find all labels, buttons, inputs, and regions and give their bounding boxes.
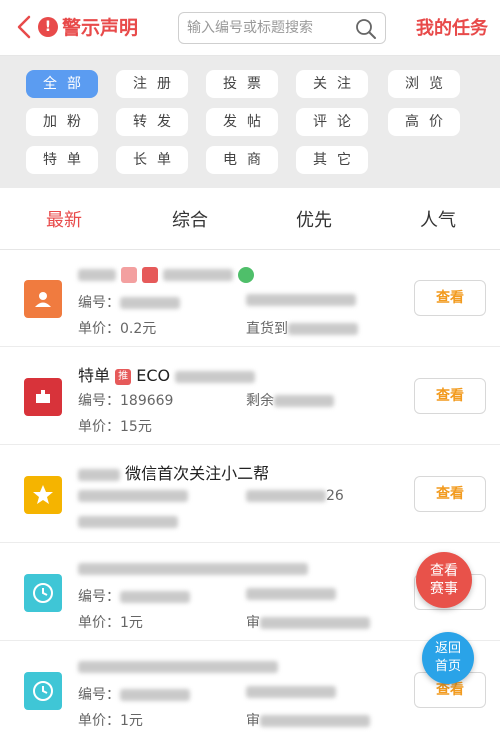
blurred-text — [78, 268, 116, 281]
category-follow[interactable]: 关注 — [296, 70, 368, 98]
view-button[interactable]: 查看 — [414, 280, 486, 316]
page-title[interactable]: 警示声明 — [62, 13, 138, 40]
blurred-text — [78, 562, 308, 575]
task-remaining — [246, 586, 336, 602]
task-remaining — [246, 292, 356, 308]
badge-icon — [142, 266, 159, 283]
search-icon[interactable] — [355, 18, 377, 40]
category-high-price[interactable]: 高价 — [388, 108, 460, 136]
blurred-text — [78, 468, 120, 481]
task-id: 编号： — [78, 684, 190, 704]
back-home-button[interactable]: 返回首页 — [422, 632, 474, 684]
category-other[interactable]: 其它 — [296, 146, 368, 174]
back-arrow-icon[interactable] — [12, 12, 38, 42]
category-comment[interactable]: 评论 — [296, 108, 368, 136]
task-id — [78, 488, 188, 504]
task-title — [78, 656, 278, 675]
clock-icon — [24, 672, 62, 710]
category-browse[interactable]: 浏览 — [388, 70, 460, 98]
task-remaining: 剩余 — [246, 390, 334, 410]
task-title: 微信首次关注小二帮 — [78, 460, 269, 484]
category-special[interactable]: 特单 — [26, 146, 98, 174]
blurred-text — [78, 660, 278, 673]
blurred-text — [78, 490, 188, 502]
task-row[interactable]: 特单 推 ECO 编号：189669 剩余 单价：15元 查看 — [0, 348, 500, 445]
category-repost[interactable]: 转发 — [116, 108, 188, 136]
category-ecommerce[interactable]: 电商 — [206, 146, 278, 174]
user-icon — [24, 378, 62, 416]
blurred-text — [163, 268, 234, 281]
task-remaining: 26 — [246, 488, 344, 504]
blurred-text — [120, 297, 180, 309]
star-icon — [24, 476, 62, 514]
task-price: 单价：1元 — [78, 615, 143, 631]
blurred-text — [246, 686, 336, 698]
task-title — [78, 558, 308, 577]
blurred-text — [175, 370, 256, 383]
sort-tabs: 最新 综合 优先 人气 — [0, 188, 500, 250]
user-icon — [24, 280, 62, 318]
blurred-text — [260, 715, 370, 727]
task-price: 单价：15元 — [78, 419, 152, 435]
task-remaining — [246, 684, 336, 700]
category-vote[interactable]: 投票 — [206, 70, 278, 98]
tab-overall[interactable]: 综合 — [172, 206, 208, 232]
blurred-text — [288, 323, 358, 335]
category-register[interactable]: 注册 — [116, 70, 188, 98]
category-post[interactable]: 发帖 — [206, 108, 278, 136]
blurred-text — [120, 591, 190, 603]
task-price: 单价：0.2元 — [78, 321, 157, 337]
task-title: 特单 推 ECO — [78, 362, 256, 386]
view-button[interactable]: 查看 — [414, 476, 486, 512]
blurred-text — [246, 588, 336, 600]
task-id: 编号：189669 — [78, 393, 174, 409]
task-review: 审 — [246, 612, 370, 632]
task-review: 审 — [246, 710, 370, 730]
task-id: 编号： — [78, 586, 190, 606]
search-input[interactable] — [187, 17, 352, 39]
blurred-text — [120, 689, 190, 701]
task-price — [78, 514, 178, 530]
task-review: 直货到 — [246, 318, 358, 338]
clock-icon — [24, 574, 62, 612]
category-all[interactable]: 全部 — [26, 70, 98, 98]
badge-icon — [238, 266, 255, 283]
blurred-text — [246, 294, 356, 306]
blurred-text — [246, 490, 326, 502]
task-title — [78, 264, 255, 283]
task-row[interactable]: 微信首次关注小二帮 26 查看 — [0, 446, 500, 543]
tab-popularity[interactable]: 人气 — [420, 206, 456, 232]
view-button[interactable]: 查看 — [414, 378, 486, 414]
badge-icon — [121, 266, 138, 283]
blurred-text — [274, 395, 334, 407]
category-long[interactable]: 长单 — [116, 146, 188, 174]
warning-icon: ! — [38, 17, 58, 37]
blurred-text — [260, 617, 370, 629]
view-contest-button[interactable]: 查看赛事 — [416, 552, 472, 608]
category-panel: 全部 注册 投票 关注 浏览 加粉 转发 发帖 评论 高价 特单 长单 电商 其… — [0, 56, 500, 188]
tab-priority[interactable]: 优先 — [296, 206, 332, 232]
top-bar: ! 警示声明 我的任务 — [0, 0, 500, 56]
tab-latest[interactable]: 最新 — [46, 206, 82, 232]
recommend-badge: 推 — [115, 368, 132, 385]
search-box[interactable] — [178, 12, 386, 44]
task-price: 单价：1元 — [78, 713, 143, 729]
blurred-text — [78, 516, 178, 528]
category-add-fans[interactable]: 加粉 — [26, 108, 98, 136]
task-id: 编号： — [78, 292, 180, 312]
task-row[interactable]: 编号： 单价：0.2元 直货到 查看 — [0, 250, 500, 347]
my-tasks-link[interactable]: 我的任务 — [416, 14, 488, 40]
